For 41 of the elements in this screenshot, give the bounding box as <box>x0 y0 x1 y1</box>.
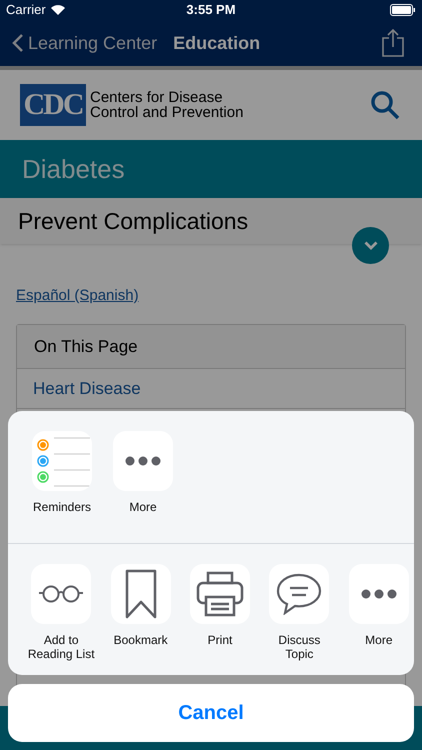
printer-icon <box>196 571 244 617</box>
share-option-label: Bookmark <box>114 633 168 647</box>
share-option-label: More <box>129 500 157 514</box>
cancel-button[interactable]: Cancel <box>8 684 414 742</box>
share-option-label: More <box>365 633 392 647</box>
language-link[interactable]: Español (Spanish) <box>16 287 139 304</box>
cdc-logo: CDC <box>20 84 86 126</box>
search-button[interactable] <box>370 90 400 120</box>
share-option-button[interactable] <box>113 431 173 491</box>
chevron-down-icon <box>364 241 378 250</box>
bookmark-icon <box>124 569 157 619</box>
speech-bubble-icon <box>276 573 322 615</box>
chevron-left-icon <box>12 33 24 53</box>
page-title: Prevent Complications <box>18 206 248 236</box>
share-option-label: Reminders <box>32 500 92 514</box>
wifi-icon <box>50 5 65 15</box>
share-icon <box>382 29 404 57</box>
battery-icon <box>390 4 416 16</box>
share-button[interactable] <box>382 29 404 57</box>
glasses-icon <box>38 585 84 603</box>
section-link[interactable]: Heart Disease <box>33 376 141 402</box>
share-option-button[interactable] <box>190 564 250 624</box>
box-title: On This Page <box>34 336 138 358</box>
share-option-button[interactable] <box>269 564 330 624</box>
clock: 3:55 PM <box>186 1 236 20</box>
share-option-label: Discuss Topic <box>277 633 322 661</box>
topic-title: Diabetes <box>22 152 125 186</box>
share-option-label: Add to Reading List <box>26 633 96 661</box>
org-name-line: Centers for Disease <box>90 90 224 105</box>
share-option-button[interactable] <box>31 564 92 624</box>
more-icon <box>360 589 397 599</box>
search-icon <box>370 90 400 120</box>
share-option-label: Print <box>208 633 232 647</box>
more-icon <box>125 456 161 466</box>
share-option-button[interactable] <box>110 564 171 624</box>
back-button[interactable]: Learning Center <box>12 30 158 56</box>
org-name-line: Control and Prevention <box>90 105 244 120</box>
expand-button[interactable] <box>352 227 389 264</box>
nav-title: Education <box>173 32 260 54</box>
carrier-label: Carrier <box>6 1 46 20</box>
share-option-button[interactable] <box>348 564 409 624</box>
